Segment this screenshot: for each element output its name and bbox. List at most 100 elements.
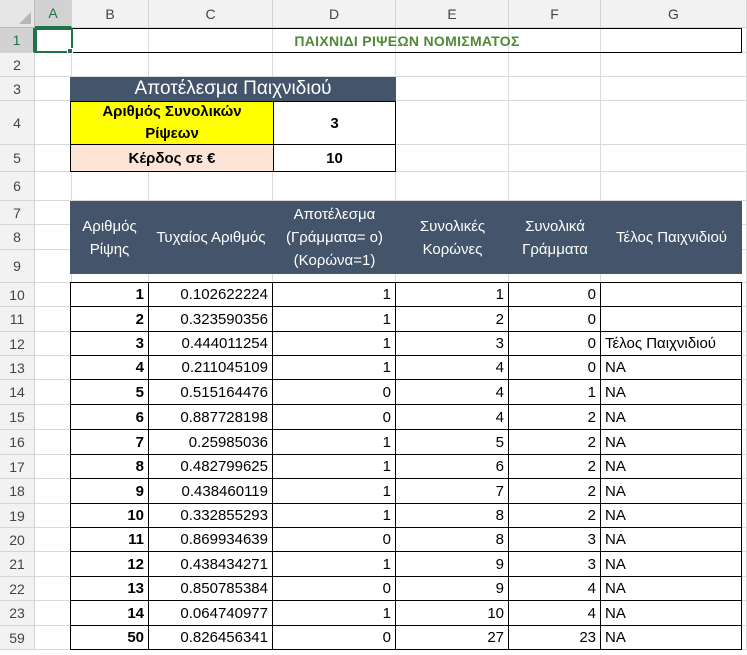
table-cell-r7-c1[interactable]: 7 bbox=[70, 430, 149, 455]
table-cell-r11-c6[interactable]: NA bbox=[601, 528, 742, 552]
cell-e5[interactable] bbox=[396, 145, 509, 172]
table-header-2[interactable]: Τυχαίος Αριθμός bbox=[149, 201, 273, 274]
table-cell-r13-c1[interactable]: 13 bbox=[70, 577, 149, 601]
table-cell-r5-c2[interactable]: 0.515164476 bbox=[149, 380, 273, 405]
table-cell-r12-c4[interactable]: 9 bbox=[396, 552, 509, 577]
table-cell-r9-c4[interactable]: 7 bbox=[396, 479, 509, 504]
table-header-3[interactable]: Αποτέλεσμα (Γράμματα= ο) (Κορώνα=1) bbox=[273, 201, 396, 274]
profit-value[interactable]: 10 bbox=[273, 144, 396, 172]
table-cell-r15-c1[interactable]: 50 bbox=[70, 626, 149, 650]
row-header-14[interactable]: 14 bbox=[0, 380, 35, 405]
table-cell-r9-c3[interactable]: 1 bbox=[273, 479, 396, 504]
sheet-title[interactable]: ΠΑΙΧΝΙΔΙ ΡΙΨΕΩΝ ΝΟΜΙΣΜΑΤΟΣ bbox=[72, 28, 742, 53]
cell-f3[interactable] bbox=[509, 77, 601, 101]
table-cell-r8-c3[interactable]: 1 bbox=[273, 455, 396, 479]
table-cell-r14-c4[interactable]: 10 bbox=[396, 601, 509, 626]
table-cell-r8-c4[interactable]: 6 bbox=[396, 455, 509, 479]
cell-a2[interactable] bbox=[35, 53, 72, 77]
table-cell-r10-c5[interactable]: 2 bbox=[509, 504, 601, 528]
cell-a19[interactable] bbox=[35, 504, 72, 528]
table-cell-r11-c3[interactable]: 0 bbox=[273, 528, 396, 552]
table-cell-r12-c2[interactable]: 0.438434271 bbox=[149, 552, 273, 577]
table-cell-r4-c5[interactable]: 0 bbox=[509, 356, 601, 380]
table-cell-r7-c3[interactable]: 1 bbox=[273, 430, 396, 455]
table-cell-r9-c5[interactable]: 2 bbox=[509, 479, 601, 504]
table-cell-r12-c6[interactable]: NA bbox=[601, 552, 742, 577]
table-cell-r3-c4[interactable]: 3 bbox=[396, 332, 509, 356]
cell-b6[interactable] bbox=[72, 172, 149, 201]
row-header-22[interactable]: 22 bbox=[0, 577, 35, 601]
table-cell-r1-c2[interactable]: 0.102622224 bbox=[149, 283, 273, 307]
row-header-23[interactable]: 23 bbox=[0, 601, 35, 626]
cell-a18[interactable] bbox=[35, 479, 72, 504]
cell-d2[interactable] bbox=[273, 53, 396, 77]
row-header-2[interactable]: 2 bbox=[0, 53, 35, 77]
table-cell-r6-c6[interactable]: NA bbox=[601, 405, 742, 430]
cell-f2[interactable] bbox=[509, 53, 601, 77]
row-header-8[interactable]: 8 bbox=[0, 225, 35, 250]
table-cell-r3-c3[interactable]: 1 bbox=[273, 332, 396, 356]
row-header-15[interactable]: 15 bbox=[0, 405, 35, 430]
table-cell-r1-c6[interactable] bbox=[601, 283, 742, 307]
cell-a14[interactable] bbox=[35, 380, 72, 405]
row-header-9[interactable]: 9 bbox=[0, 250, 35, 283]
row-header-19[interactable]: 19 bbox=[0, 504, 35, 528]
cell-c6[interactable] bbox=[149, 172, 273, 201]
table-cell-r13-c6[interactable]: NA bbox=[601, 577, 742, 601]
cell-f5[interactable] bbox=[509, 145, 601, 172]
row-header-21[interactable]: 21 bbox=[0, 552, 35, 577]
cell-c2[interactable] bbox=[149, 53, 273, 77]
cell-a5[interactable] bbox=[35, 145, 72, 172]
table-cell-r15-c5[interactable]: 23 bbox=[509, 626, 601, 650]
table-cell-r1-c4[interactable]: 1 bbox=[396, 283, 509, 307]
table-cell-r11-c4[interactable]: 8 bbox=[396, 528, 509, 552]
column-header-b[interactable]: B bbox=[72, 0, 149, 28]
table-cell-r5-c1[interactable]: 5 bbox=[70, 380, 149, 405]
cell-e6[interactable] bbox=[396, 172, 509, 201]
table-cell-r1-c1[interactable]: 1 bbox=[70, 283, 149, 307]
table-cell-r15-c4[interactable]: 27 bbox=[396, 626, 509, 650]
row-header-11[interactable]: 11 bbox=[0, 307, 35, 332]
table-cell-r9-c1[interactable]: 9 bbox=[70, 479, 149, 504]
cell-g3[interactable] bbox=[601, 77, 747, 101]
column-header-e[interactable]: E bbox=[396, 0, 509, 28]
row-header-6[interactable]: 6 bbox=[0, 172, 35, 201]
cell-g6[interactable] bbox=[601, 172, 747, 201]
table-cell-r8-c6[interactable]: NA bbox=[601, 455, 742, 479]
table-cell-r4-c3[interactable]: 1 bbox=[273, 356, 396, 380]
cell-e2[interactable] bbox=[396, 53, 509, 77]
cell-a12[interactable] bbox=[35, 332, 72, 356]
table-cell-r3-c2[interactable]: 0.444011254 bbox=[149, 332, 273, 356]
cell-a10[interactable] bbox=[35, 283, 72, 307]
table-cell-r15-c6[interactable]: NA bbox=[601, 626, 742, 650]
cell-a59[interactable] bbox=[35, 626, 72, 650]
table-cell-r1-c5[interactable]: 0 bbox=[509, 283, 601, 307]
table-cell-r13-c5[interactable]: 4 bbox=[509, 577, 601, 601]
table-cell-r15-c2[interactable]: 0.826456341 bbox=[149, 626, 273, 650]
total-tosses-value[interactable]: 3 bbox=[273, 101, 396, 145]
table-header-5[interactable]: Συνολικά Γράμματα bbox=[509, 201, 601, 274]
cell-f4[interactable] bbox=[509, 101, 601, 145]
cell-g2[interactable] bbox=[601, 53, 747, 77]
table-cell-r10-c4[interactable]: 8 bbox=[396, 504, 509, 528]
cell-a15[interactable] bbox=[35, 405, 72, 430]
cell-b2[interactable] bbox=[72, 53, 149, 77]
fill-handle[interactable] bbox=[67, 48, 73, 54]
row-header-18[interactable]: 18 bbox=[0, 479, 35, 504]
cell-a8[interactable] bbox=[35, 225, 72, 250]
table-cell-r5-c5[interactable]: 1 bbox=[509, 380, 601, 405]
row-header-10[interactable]: 10 bbox=[0, 283, 35, 307]
table-cell-r11-c1[interactable]: 11 bbox=[70, 528, 149, 552]
total-tosses-label[interactable]: Αριθμός Συνολικών Ρίψεων bbox=[70, 101, 274, 145]
cell-a16[interactable] bbox=[35, 430, 72, 455]
row-header-5[interactable]: 5 bbox=[0, 145, 35, 172]
table-cell-r13-c4[interactable]: 9 bbox=[396, 577, 509, 601]
column-header-c[interactable]: C bbox=[149, 0, 273, 28]
table-cell-r4-c4[interactable]: 4 bbox=[396, 356, 509, 380]
table-cell-r14-c3[interactable]: 1 bbox=[273, 601, 396, 626]
table-cell-r5-c4[interactable]: 4 bbox=[396, 380, 509, 405]
cell-a6[interactable] bbox=[35, 172, 72, 201]
table-header-4[interactable]: Συνολικές Κορώνες bbox=[396, 201, 509, 274]
table-cell-r5-c6[interactable]: NA bbox=[601, 380, 742, 405]
table-cell-r3-c6[interactable]: Τέλος Παιχνιδιού bbox=[601, 332, 742, 356]
